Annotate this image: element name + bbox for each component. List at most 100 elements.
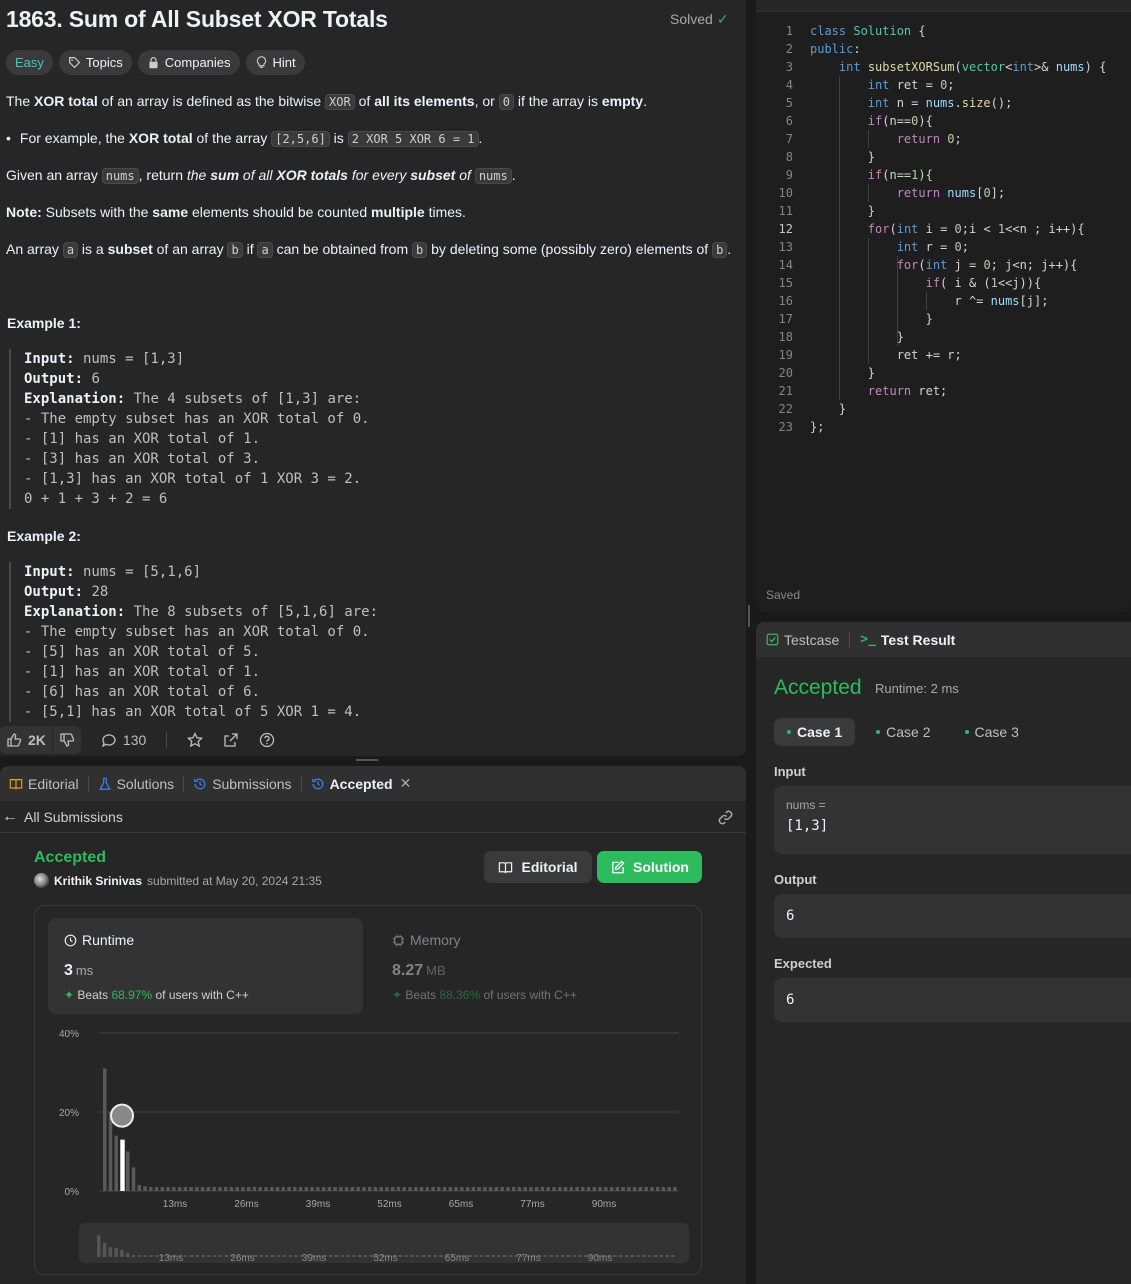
distribution-bar bbox=[293, 1187, 297, 1191]
distribution-bar bbox=[143, 1186, 147, 1191]
x-tick-label: 13ms bbox=[163, 1199, 187, 1210]
vertical-resize-handle[interactable] bbox=[748, 605, 750, 627]
input-value: [1,3] bbox=[786, 818, 829, 834]
code-line[interactable]: 11 } bbox=[756, 202, 875, 220]
distribution-bar bbox=[488, 1187, 493, 1191]
memory-card[interactable]: Memory 8.27 MB ✦ Beats 88.36% of users wi… bbox=[376, 918, 691, 1014]
help-button[interactable] bbox=[259, 732, 275, 748]
code-line[interactable]: 2 public: bbox=[756, 40, 861, 58]
code-line[interactable]: 7 return 0; bbox=[756, 130, 962, 148]
distribution-bar bbox=[506, 1187, 510, 1191]
tab-solutions[interactable]: Solutions bbox=[89, 775, 185, 792]
overview-bar bbox=[363, 1255, 368, 1257]
distribution-bar bbox=[460, 1187, 464, 1191]
distribution-bar bbox=[546, 1187, 550, 1191]
overview-bar bbox=[352, 1255, 356, 1257]
tab-submissions[interactable]: Submissions bbox=[184, 775, 302, 792]
share-button[interactable] bbox=[223, 732, 239, 748]
share-icon bbox=[224, 733, 238, 747]
x-tick-label: 26ms bbox=[234, 1199, 258, 1210]
distribution-bar bbox=[206, 1187, 211, 1191]
overview-bar bbox=[404, 1255, 408, 1257]
distribution-bar bbox=[408, 1187, 412, 1191]
all-submissions-link[interactable]: ← All Submissions bbox=[0, 801, 746, 833]
distribution-bar bbox=[177, 1187, 182, 1191]
y-tick-label: 0% bbox=[65, 1187, 80, 1198]
code-line[interactable]: 9 if(n==1){ bbox=[756, 166, 933, 184]
editor-toolbar bbox=[756, 0, 1131, 12]
overview-bar bbox=[578, 1255, 582, 1257]
distribution-bar bbox=[367, 1187, 372, 1191]
author-name[interactable]: Krithik Srinivas bbox=[54, 874, 142, 888]
code-line[interactable]: 17 } bbox=[756, 310, 933, 328]
close-icon[interactable]: ✕ bbox=[400, 775, 412, 792]
indent-guide bbox=[896, 256, 898, 346]
code-line[interactable]: 5 int n = nums.size(); bbox=[756, 94, 1013, 112]
comments-button[interactable]: 130 bbox=[101, 732, 146, 748]
code-line[interactable]: 15 if( i & (1<<j)){ bbox=[756, 274, 1042, 292]
solution-button[interactable]: Solution bbox=[597, 851, 702, 883]
memory-value: 8.27 MB bbox=[392, 962, 446, 979]
code-line[interactable]: 13 int r = 0; bbox=[756, 238, 969, 256]
topics-button[interactable]: Topics bbox=[58, 50, 132, 75]
line-number: 14 bbox=[778, 258, 793, 272]
runtime-card[interactable]: Runtime 3 ms ✦ Beats 68.97% of users with… bbox=[48, 918, 363, 1014]
tab-accepted[interactable]: Accepted ✕ bbox=[302, 775, 421, 792]
code-line[interactable]: 18 } bbox=[756, 328, 904, 346]
case-1-tab[interactable]: Case 1 bbox=[774, 718, 856, 746]
horizontal-resize-handle[interactable] bbox=[356, 759, 378, 761]
save-status: Saved bbox=[766, 588, 801, 602]
code-editor[interactable]: 1 class Solution {2 public: 3 int subsetXOR… bbox=[756, 0, 1131, 612]
tab-test-result[interactable]: >_ Test Result bbox=[850, 632, 965, 648]
subset-paragraph: An array a is a subset of an array b if … bbox=[6, 241, 732, 258]
distribution-bar bbox=[396, 1187, 401, 1191]
code-line[interactable]: 10 return nums[0]; bbox=[756, 184, 1006, 202]
code-line[interactable]: 4 int ret = 0; bbox=[756, 76, 955, 94]
code-line[interactable]: 6 if(n==0){ bbox=[756, 112, 933, 130]
code-line[interactable]: 23}; bbox=[756, 418, 825, 436]
pass-dot-icon bbox=[964, 730, 969, 734]
line-number: 7 bbox=[785, 132, 793, 146]
x-tick-label: 90ms bbox=[592, 1199, 616, 1210]
x-tick-label: 39ms bbox=[306, 1199, 330, 1210]
x-tick-label: 52ms bbox=[377, 1199, 401, 1210]
runtime-distribution-chart[interactable]: 0% 20% 40% 13ms 26ms 39ms 52ms 65ms 77ms 90ms 13ms… bbox=[35, 1021, 703, 1276]
distribution-bar bbox=[321, 1187, 326, 1191]
code-line[interactable]: 14 for(int j = 0; j<n; j++){ bbox=[756, 256, 1078, 274]
code-line[interactable]: 3 int subsetXORSum(vector<int>& nums) { bbox=[756, 58, 1107, 76]
code-line[interactable]: 21 return ret; bbox=[756, 382, 948, 400]
distribution-bar bbox=[160, 1187, 165, 1191]
distribution-bar bbox=[356, 1187, 360, 1191]
case-3-tab[interactable]: Case 3 bbox=[952, 718, 1032, 746]
overview-bar bbox=[259, 1255, 263, 1257]
code-line[interactable]: 19 ret += r; bbox=[756, 346, 962, 364]
distribution-bar bbox=[586, 1187, 591, 1191]
editorial-button[interactable]: Editorial bbox=[484, 851, 592, 883]
test-verdict: Accepted bbox=[774, 676, 862, 699]
companies-button[interactable]: Companies bbox=[137, 50, 240, 75]
code-line[interactable]: 20 } bbox=[756, 364, 875, 382]
hint-button[interactable]: Hint bbox=[245, 50, 305, 75]
line-number: 10 bbox=[778, 186, 793, 200]
code-line[interactable]: 16 r ^= nums[j]; bbox=[756, 292, 1049, 310]
overview-bar bbox=[358, 1255, 362, 1257]
y-tick-label: 20% bbox=[59, 1108, 79, 1119]
runtime-beats: ✦ Beats 68.97% of users with C++ bbox=[64, 988, 249, 1002]
distribution-bar bbox=[609, 1187, 614, 1191]
code-line[interactable]: 12 for(int i = 0;i < 1<<n ; i++){ bbox=[756, 220, 1085, 238]
overview-bar bbox=[613, 1255, 617, 1257]
tag-icon bbox=[68, 57, 81, 69]
like-button[interactable]: 2K bbox=[0, 726, 52, 754]
overview-bar bbox=[265, 1255, 269, 1257]
distribution-bar bbox=[327, 1187, 332, 1191]
case-2-tab[interactable]: Case 2 bbox=[863, 718, 943, 746]
tab-editorial[interactable]: Editorial bbox=[0, 775, 89, 792]
dislike-button[interactable] bbox=[51, 726, 81, 754]
code-line[interactable]: 1 class Solution { bbox=[756, 22, 926, 40]
link-icon[interactable] bbox=[717, 809, 734, 826]
tab-testcase[interactable]: Testcase bbox=[756, 632, 849, 648]
favorite-button[interactable] bbox=[187, 732, 204, 748]
code-line[interactable]: 8 } bbox=[756, 148, 875, 166]
code-line[interactable]: 22 } bbox=[756, 400, 847, 418]
line-number: 11 bbox=[778, 204, 793, 218]
